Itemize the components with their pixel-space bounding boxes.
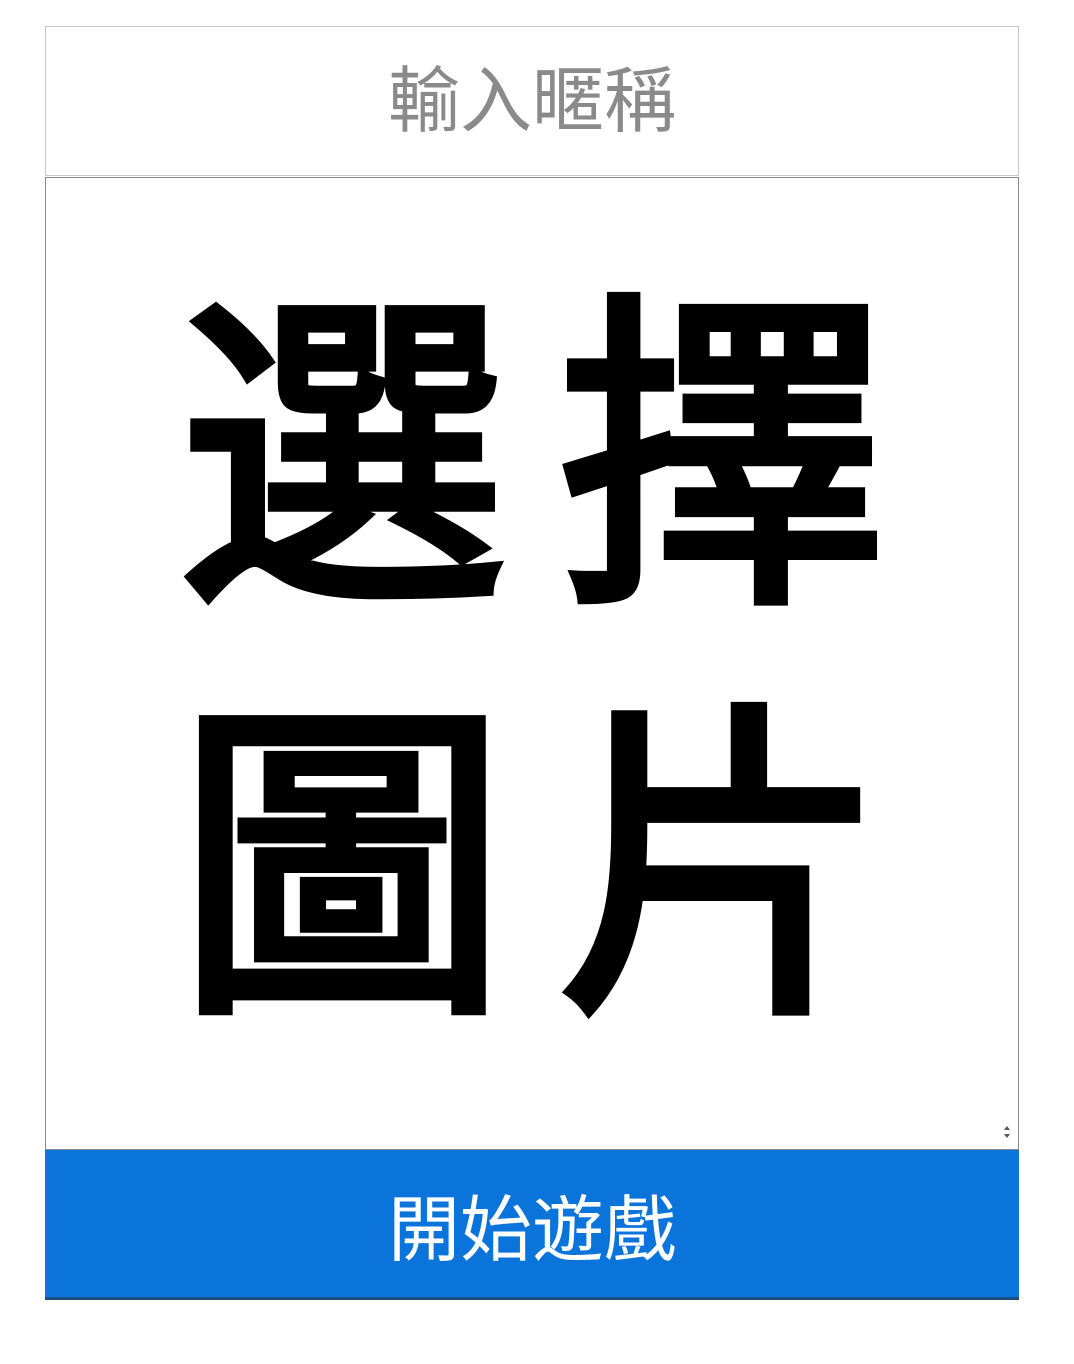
nickname-input[interactable] xyxy=(46,27,1018,175)
image-select-label-char: 圖 xyxy=(177,674,507,1062)
image-select-label-char: 選 xyxy=(177,264,507,652)
nickname-field-container xyxy=(45,26,1019,176)
image-select-label-char: 擇 xyxy=(557,264,887,652)
start-game-button[interactable]: 開始遊戲 xyxy=(45,1150,1019,1300)
image-select-label-char: 片 xyxy=(557,674,887,1062)
image-select-label: 選 擇 圖 片 xyxy=(152,238,912,1058)
image-select[interactable]: 選 擇 圖 片 xyxy=(45,177,1019,1150)
up-down-arrows-icon[interactable] xyxy=(1003,1125,1011,1139)
